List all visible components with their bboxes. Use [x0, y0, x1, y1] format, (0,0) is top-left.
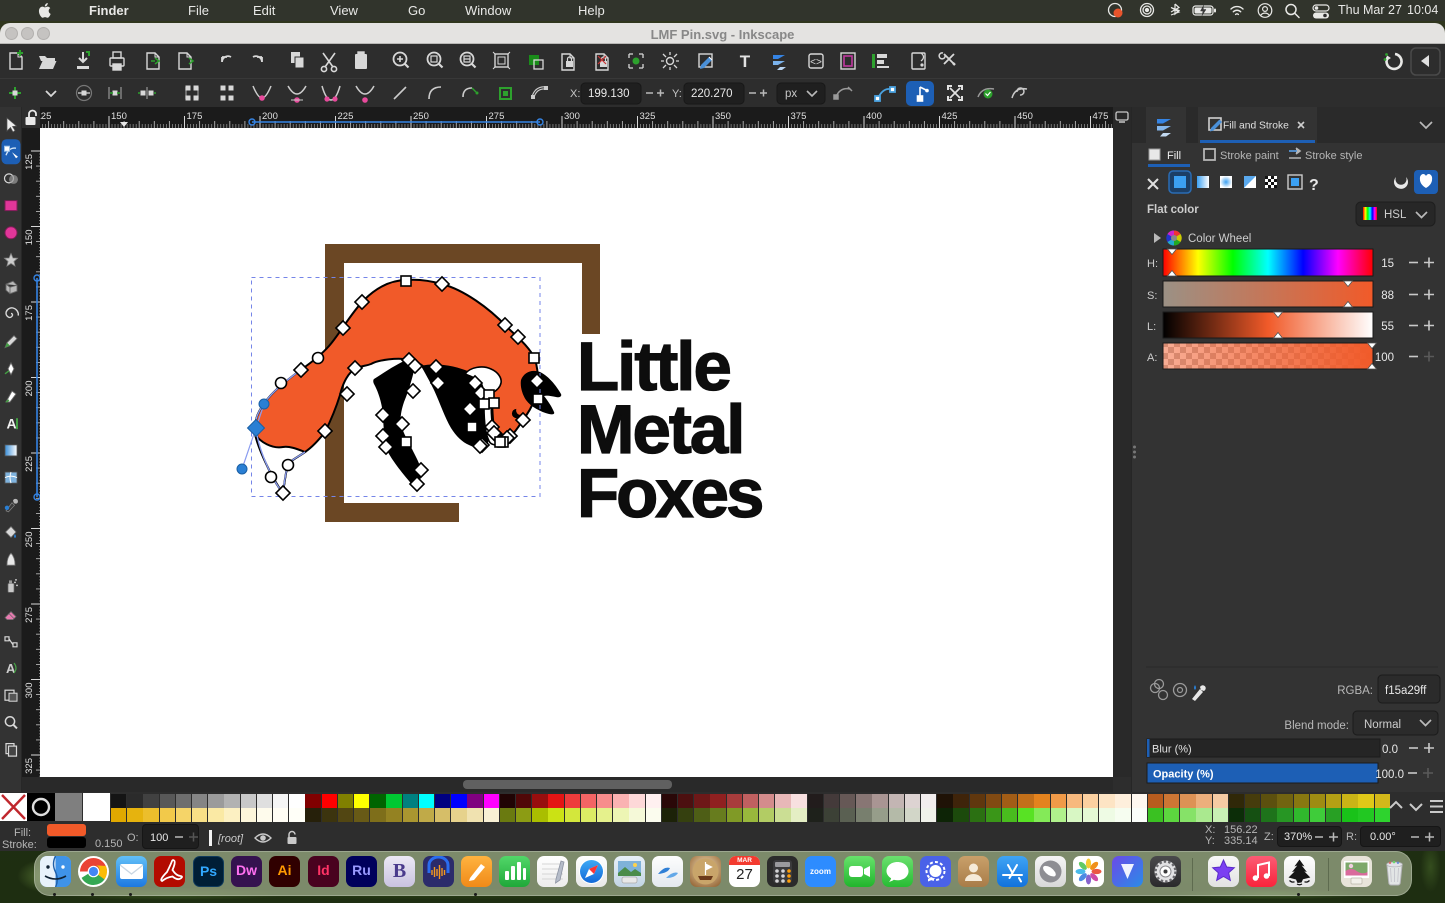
svg-text:350: 350	[715, 111, 731, 122]
svg-text:Y:: Y:	[672, 88, 682, 100]
svg-text:300: 300	[564, 111, 580, 122]
svg-text:150: 150	[111, 111, 127, 122]
svg-text:150: 150	[24, 230, 35, 246]
svg-text:300: 300	[24, 683, 35, 699]
svg-text:Normal: Normal	[1364, 719, 1401, 731]
svg-text:Foxes: Foxes	[577, 455, 762, 532]
svg-text:220.270: 220.270	[691, 88, 733, 100]
svg-text:RGBA:: RGBA:	[1337, 685, 1373, 697]
svg-text:225: 225	[338, 111, 354, 122]
svg-text:55: 55	[1381, 321, 1394, 333]
svg-text:Stroke paint: Stroke paint	[1220, 150, 1279, 162]
svg-text:125: 125	[40, 111, 51, 122]
svg-text:425: 425	[942, 111, 958, 122]
svg-text:Blend mode:: Blend mode:	[1284, 720, 1349, 732]
svg-text:325: 325	[640, 111, 656, 122]
svg-text:225: 225	[24, 456, 35, 472]
svg-text:200: 200	[24, 381, 35, 397]
svg-text:0.0: 0.0	[1382, 744, 1398, 756]
svg-text:175: 175	[187, 111, 203, 122]
svg-text:199.130: 199.130	[588, 88, 630, 100]
svg-text:HSL: HSL	[1384, 209, 1407, 221]
svg-text:375: 375	[791, 111, 807, 122]
svg-text:L:: L:	[1147, 321, 1156, 333]
svg-text:100: 100	[1375, 352, 1394, 364]
svg-text:Color Wheel: Color Wheel	[1188, 233, 1251, 245]
svg-text:250: 250	[413, 111, 429, 122]
svg-text:325: 325	[24, 758, 35, 774]
svg-text:Fill and Stroke: Fill and Stroke	[1223, 121, 1289, 132]
svg-text:125: 125	[24, 154, 35, 170]
svg-text:<>: <>	[810, 57, 822, 68]
svg-text:175: 175	[24, 305, 35, 321]
svg-text:15: 15	[1381, 258, 1394, 270]
svg-text:T: T	[740, 52, 751, 71]
svg-text:S:: S:	[1147, 290, 1157, 302]
svg-text:250: 250	[24, 532, 35, 548]
svg-text:px: px	[785, 88, 797, 100]
svg-text:88: 88	[1381, 290, 1394, 302]
svg-text:475: 475	[1093, 111, 1109, 122]
svg-text:275: 275	[489, 111, 505, 122]
svg-text:?: ?	[1309, 177, 1319, 194]
svg-text:Flat color: Flat color	[1147, 204, 1199, 216]
svg-text:200: 200	[262, 111, 278, 122]
svg-text:Fill: Fill	[1167, 150, 1181, 162]
svg-text:f15a29ff: f15a29ff	[1385, 685, 1427, 697]
svg-text:X:: X:	[570, 88, 580, 100]
svg-text:450: 450	[1017, 111, 1033, 122]
svg-text:A:: A:	[1147, 352, 1157, 364]
svg-text:Blur (%): Blur (%)	[1152, 744, 1192, 756]
svg-text:Stroke style: Stroke style	[1305, 150, 1362, 162]
svg-text:Opacity (%): Opacity (%)	[1153, 769, 1214, 781]
svg-text:100.0: 100.0	[1375, 769, 1404, 781]
svg-text:400: 400	[866, 111, 882, 122]
svg-text:275: 275	[24, 607, 35, 623]
svg-text:H:: H:	[1147, 258, 1158, 270]
svg-text:A: A	[7, 416, 17, 432]
